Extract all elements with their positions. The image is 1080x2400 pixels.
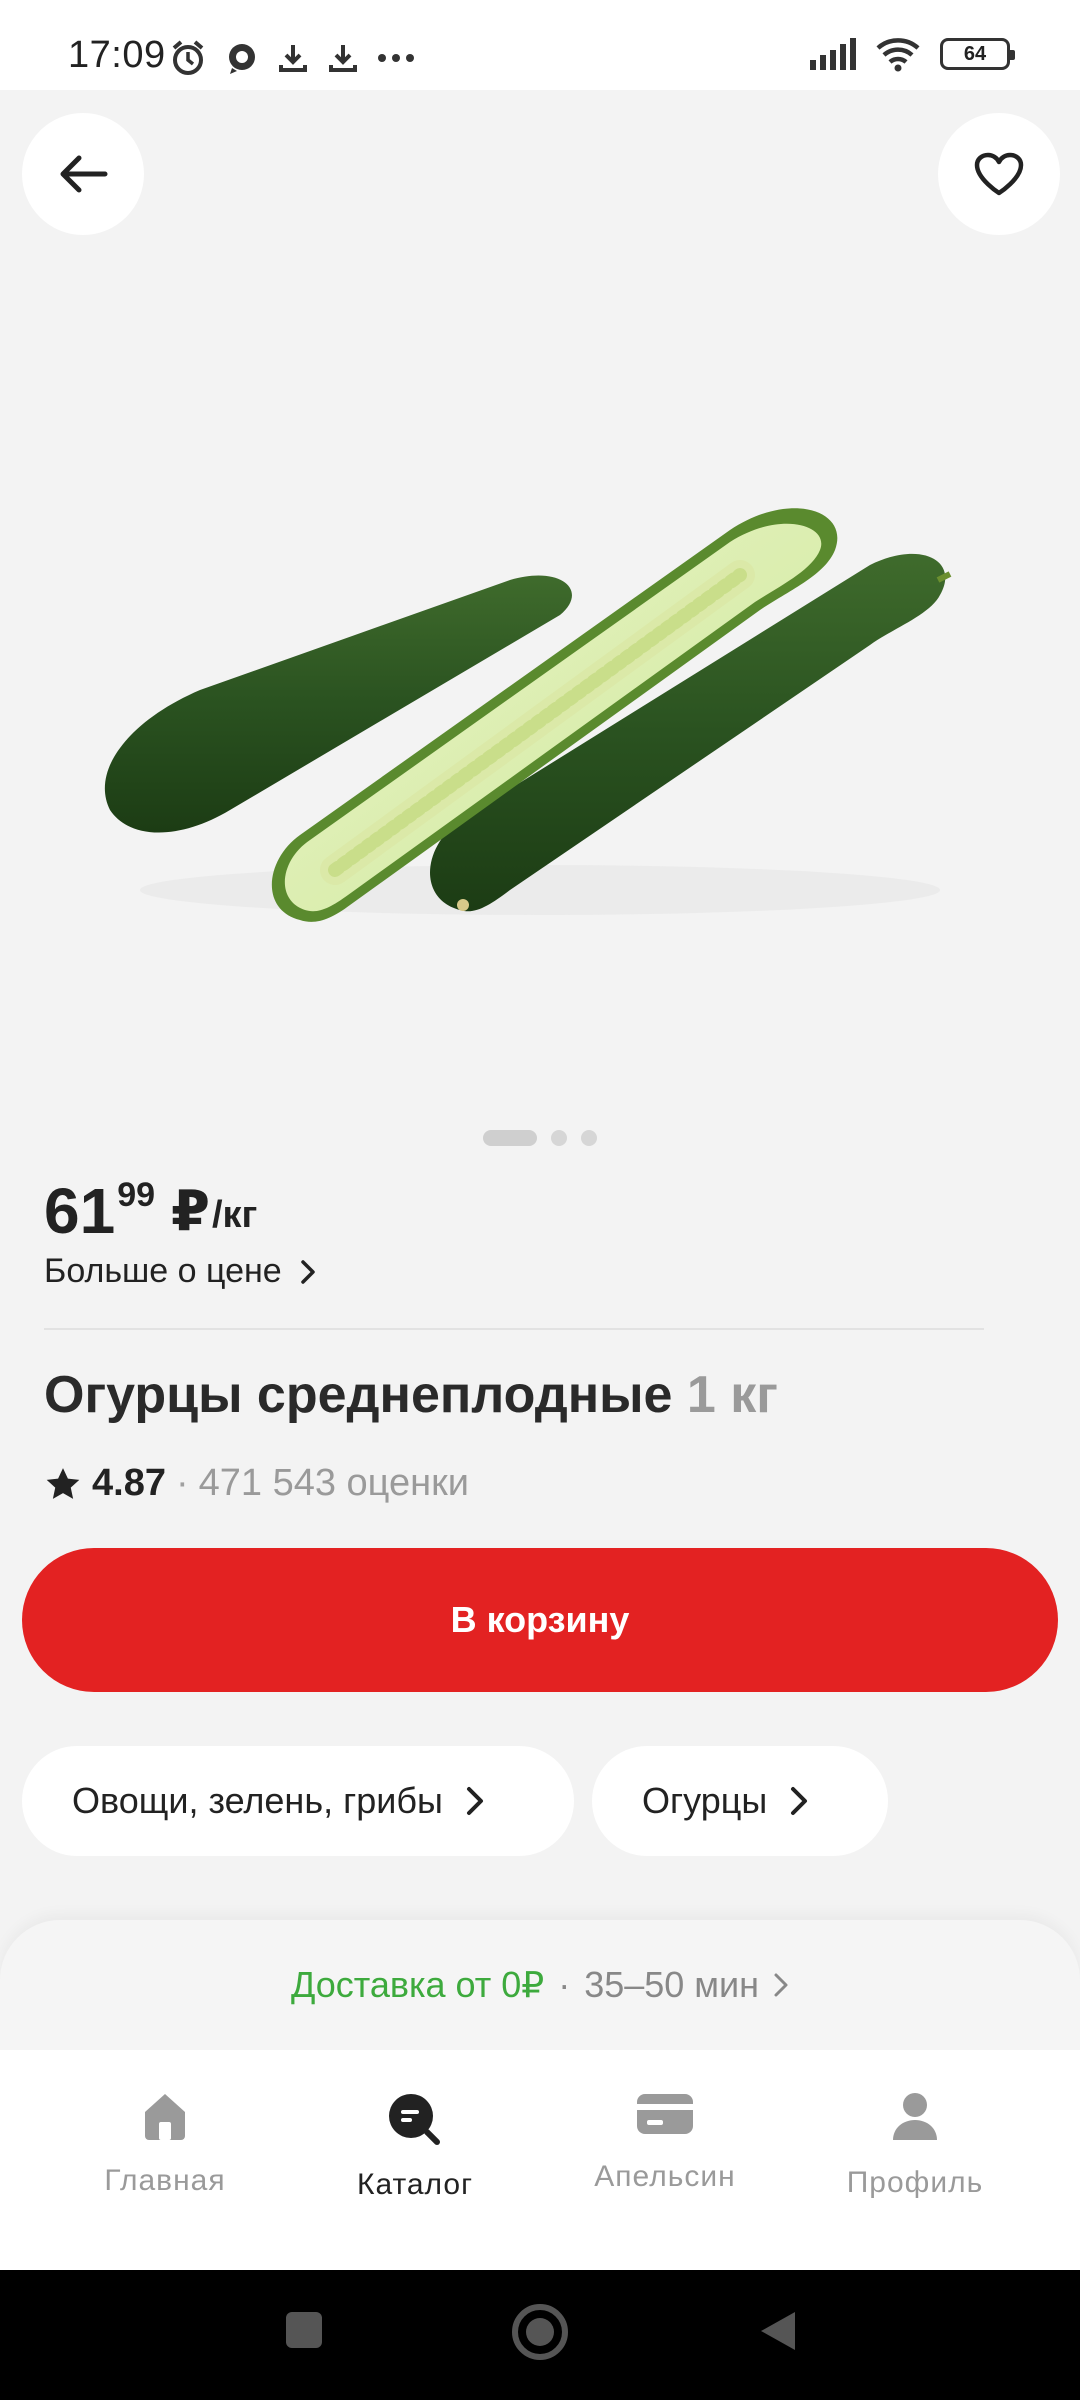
status-system-icons: 64 <box>808 36 1015 72</box>
price-fraction: 99 <box>117 1176 156 1214</box>
chevron-right-icon <box>300 1259 315 1284</box>
battery-indicator: 64 <box>940 38 1015 70</box>
delivery-info-bar[interactable]: Доставка от 0₽ · 35–50 мин <box>0 1920 1080 2050</box>
product-rating[interactable]: 4.87 · 471 543 оценки <box>44 1462 469 1505</box>
catalog-search-icon <box>389 2094 440 2145</box>
chevron-right-icon <box>791 1787 808 1815</box>
rating-separator: · <box>175 1462 189 1504</box>
nav-label: Профиль <box>846 2166 984 2199</box>
gallery-dot-active <box>483 1130 537 1146</box>
profile-icon <box>893 2093 937 2140</box>
chevron-right-icon <box>466 1787 483 1815</box>
status-time: 17:09 <box>68 34 166 76</box>
nav-label: Апельсин <box>594 2160 736 2193</box>
rating-value: 4.87 <box>92 1462 166 1504</box>
nav-item-profile[interactable]: Профиль <box>805 2090 1025 2200</box>
category-chip-label: Огурцы <box>642 1780 768 1821</box>
gallery-indicator <box>0 1130 1080 1146</box>
recent-apps-icon[interactable] <box>282 2308 326 2352</box>
gallery-dot <box>581 1130 597 1146</box>
system-navigation-bar <box>0 2270 1080 2400</box>
divider <box>44 1328 984 1330</box>
home-icon <box>145 2094 185 2140</box>
star-icon <box>46 1467 80 1499</box>
more-about-price-link[interactable]: Больше о цене <box>44 1252 316 1291</box>
nav-label: Главная <box>104 2164 226 2197</box>
card-icon <box>637 2094 693 2134</box>
more-about-price-label: Больше о цене <box>44 1252 282 1290</box>
add-to-cart-button[interactable]: В корзину <box>22 1548 1058 1692</box>
product-title: Огурцы среднеплодные 1 кг <box>44 1365 778 1425</box>
delivery-separator: · <box>558 1964 571 2005</box>
wifi-icon <box>876 38 920 72</box>
price-integer: 61 <box>44 1175 116 1247</box>
download-icon <box>329 45 357 72</box>
product-image-gallery[interactable] <box>0 90 1080 1150</box>
delivery-price: Доставка от 0₽ <box>290 1964 545 2005</box>
nav-item-apelsin[interactable]: Апельсин <box>555 2090 775 2194</box>
home-circle-icon[interactable] <box>510 2302 570 2362</box>
alarm-icon <box>172 40 204 75</box>
product-name: Огурцы среднеплодные <box>44 1366 673 1424</box>
bottom-navigation: Главная Каталог Апельсин Профиль <box>0 2050 1080 2270</box>
status-notification-icons <box>168 38 416 78</box>
price-currency: ₽ <box>171 1179 210 1242</box>
back-triangle-icon[interactable] <box>755 2308 799 2354</box>
chevron-right-icon <box>774 1973 788 1997</box>
product-image <box>104 508 952 922</box>
delivery-time: 35–50 мин <box>584 1964 760 2005</box>
status-bar: 17:09 64 <box>0 0 1080 90</box>
favorite-button[interactable] <box>938 113 1060 235</box>
nav-item-home[interactable]: Главная <box>55 2090 275 2198</box>
product-weight: 1 кг <box>686 1366 778 1424</box>
rating-count: 471 543 оценки <box>198 1462 469 1504</box>
gallery-dot <box>551 1130 567 1146</box>
back-button[interactable] <box>22 113 144 235</box>
signal-icon <box>810 38 856 70</box>
more-dots-icon <box>378 54 414 62</box>
download-icon <box>279 45 307 72</box>
nav-label: Каталог <box>356 2168 474 2201</box>
category-chip-vegetables[interactable]: Овощи, зелень, грибы <box>22 1746 574 1856</box>
heart-icon <box>974 152 1024 196</box>
product-price: 61 99 ₽ /кг <box>44 1175 257 1255</box>
category-chip-label: Овощи, зелень, грибы <box>72 1780 443 1821</box>
chat-icon <box>229 44 255 74</box>
price-unit: /кг <box>211 1194 258 1236</box>
arrow-left-icon <box>60 155 108 193</box>
nav-item-catalog[interactable]: Каталог <box>305 2090 525 2202</box>
category-chip-cucumbers[interactable]: Огурцы <box>592 1746 888 1856</box>
